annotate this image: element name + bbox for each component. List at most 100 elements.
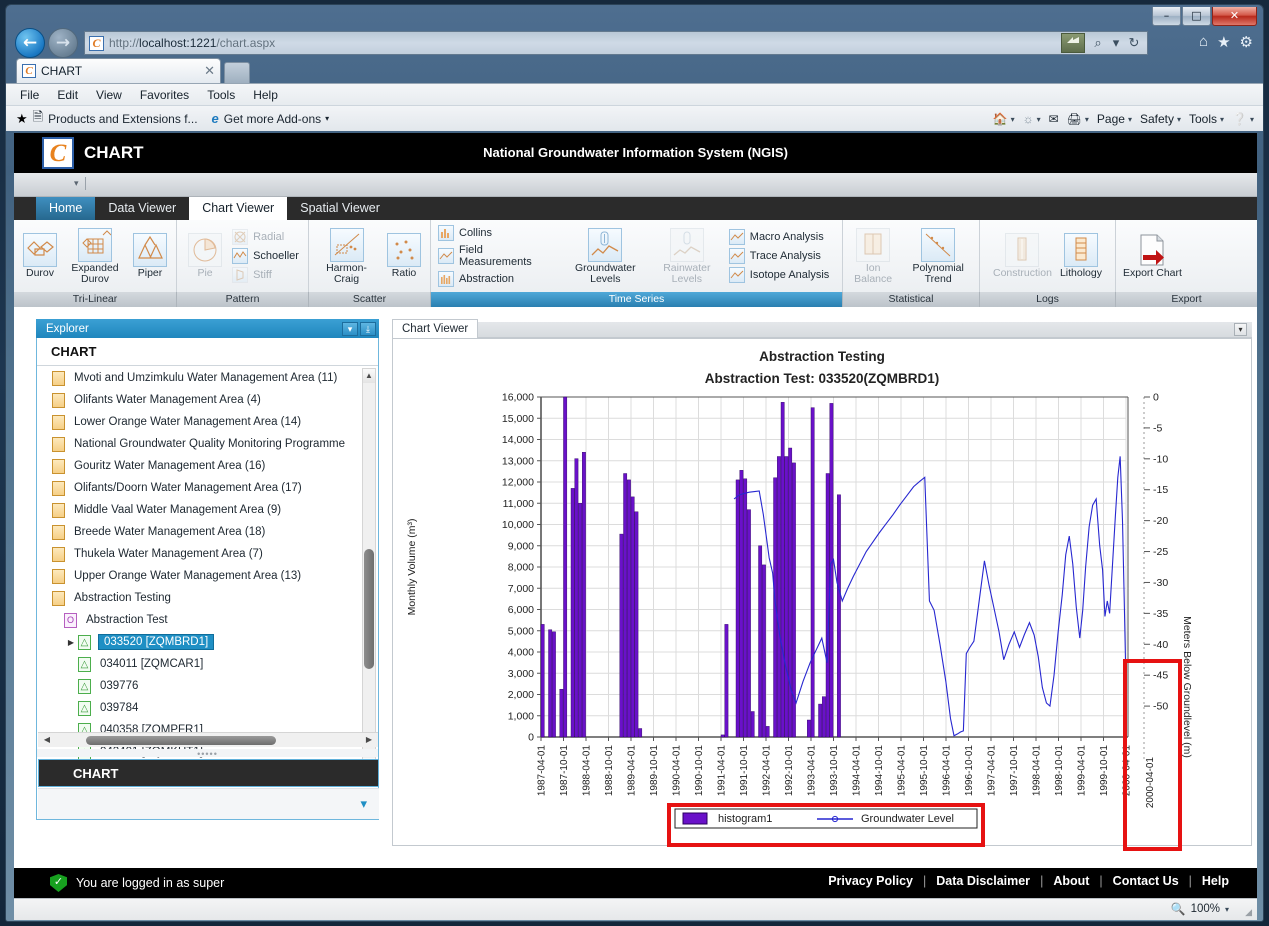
compatibility-view-icon[interactable] — [1061, 33, 1085, 53]
cmd-tools-menu[interactable]: Tools ▾ — [1186, 112, 1227, 126]
tree-item[interactable]: △ 034011 [ZQMCAR1] — [38, 653, 360, 675]
tree-item[interactable]: National Groundwater Quality Monitoring … — [38, 433, 360, 455]
tree-item[interactable]: Abstraction Testing — [38, 587, 360, 609]
footer-link-about[interactable]: About — [1043, 874, 1099, 888]
new-tab-button[interactable] — [224, 62, 250, 83]
tree-item[interactable]: Upper Orange Water Management Area (13) — [38, 565, 360, 587]
address-bar[interactable]: C http://localhost:1221/chart.aspx ⌕ ▾ ↻ — [84, 31, 1148, 55]
tree-item[interactable]: Olifants Water Management Area (4) — [38, 389, 360, 411]
ribbon-button-field-measurements[interactable]: Field Measurements — [438, 244, 558, 268]
menu-tools[interactable]: Tools — [207, 88, 235, 102]
ribbon-tab-data-viewer[interactable]: Data Viewer — [95, 197, 189, 220]
cmd-home-button[interactable]: 🏠 ▾ — [990, 112, 1018, 126]
scroll-left-icon[interactable]: ◀ — [40, 733, 54, 747]
ribbon-button-ion-balance[interactable]: Ion Balance — [847, 226, 899, 287]
ribbon-tab-spatial-viewer[interactable]: Spatial Viewer — [287, 197, 393, 220]
tab-close-icon[interactable]: ✕ — [204, 63, 215, 79]
ribbon-tab-chart-viewer[interactable]: Chart Viewer — [189, 197, 288, 220]
vscroll-thumb[interactable] — [364, 549, 374, 669]
tree-item[interactable]: △ 039776 — [38, 675, 360, 697]
tab-chart-viewer[interactable]: Chart Viewer — [392, 319, 479, 338]
resize-grip-icon[interactable]: ◢ — [1245, 907, 1252, 918]
footer-link-help[interactable]: Help — [1192, 874, 1239, 888]
cmd-safety-menu[interactable]: Safety ▾ — [1137, 112, 1184, 126]
cmd-print-button[interactable]: 🖨 ▾ — [1064, 112, 1092, 126]
ribbon-button-radial[interactable]: Radial — [232, 229, 299, 245]
favorite-get-addons[interactable]: e Get more Add-ons ▾ — [212, 111, 330, 126]
ribbon-button-rainwater-levels[interactable]: Rainwater Levels — [650, 226, 724, 287]
minimize-button[interactable]: – — [1152, 7, 1181, 26]
add-favorite-star-icon[interactable]: ★ — [16, 111, 28, 127]
tree-item[interactable]: ▶ △ 033520 [ZQMBRD1] — [38, 631, 360, 653]
ribbon-button-harmon-craig[interactable]: Harmon-Craig — [313, 226, 380, 287]
ribbon-button-polynomial-trend[interactable]: Polynomial Trend — [901, 226, 975, 287]
explorer-pin-icon[interactable]: ⤓ — [360, 321, 376, 336]
ribbon-button-isotope-analysis[interactable]: Isotope Analysis — [728, 267, 835, 283]
ribbon-tab-home[interactable]: Home — [36, 197, 96, 220]
search-caret-icon[interactable]: ▾ — [1111, 32, 1121, 54]
menu-favorites[interactable]: Favorites — [140, 88, 189, 102]
ribbon-button-macro-analysis[interactable]: Macro Analysis — [728, 229, 835, 245]
ribbon-button-abstraction[interactable]: Abstraction — [438, 271, 558, 287]
menu-edit[interactable]: Edit — [57, 88, 78, 102]
gear-icon[interactable]: ⚙ — [1240, 33, 1253, 51]
tree-item[interactable]: O Abstraction Test — [38, 609, 360, 631]
panel-splitter[interactable]: ••••• — [37, 749, 378, 759]
browser-tab-chart[interactable]: C CHART ✕ — [16, 58, 221, 83]
ribbon-button-trace-analysis[interactable]: Trace Analysis — [728, 248, 835, 264]
menu-file[interactable]: File — [20, 88, 39, 102]
footer-link-privacy-policy[interactable]: Privacy Policy — [818, 874, 923, 888]
cmd-mail-button[interactable]: ✉ — [1046, 112, 1062, 126]
tree-vertical-scrollbar[interactable]: ▲ ▼ — [362, 368, 376, 773]
ribbon-button-expanded-durov[interactable]: Expanded Durov — [64, 226, 126, 287]
tree-item[interactable]: Thukela Water Management Area (7) — [38, 543, 360, 565]
zoom-indicator[interactable]: 🔍 100% ▾ — [1171, 902, 1229, 916]
ribbon-button-construction[interactable]: Construction — [990, 231, 1055, 281]
menu-help[interactable]: Help — [253, 88, 278, 102]
close-button[interactable]: ✕ — [1212, 7, 1257, 26]
cmd-help-button[interactable]: ❔ ▾ — [1229, 112, 1257, 126]
hscroll-thumb[interactable] — [86, 736, 276, 745]
menu-view[interactable]: View — [96, 88, 122, 102]
footer-link-data-disclaimer[interactable]: Data Disclaimer — [926, 874, 1040, 888]
explorer-footer-caret-icon[interactable]: ▾ — [360, 796, 367, 812]
cmd-feeds-button[interactable]: ☼ ▾ — [1020, 112, 1044, 126]
chevron-down-icon[interactable]: ▾ — [74, 178, 79, 189]
maximize-button[interactable]: □ — [1182, 7, 1211, 26]
ribbon-button-collins[interactable]: Collins — [438, 225, 558, 241]
ribbon-button-pie[interactable]: Pie — [183, 231, 227, 281]
tree-item[interactable]: Olifants/Doorn Water Management Area (17… — [38, 477, 360, 499]
tree-item[interactable]: △ 039784 — [38, 697, 360, 719]
home-icon[interactable]: ⌂ — [1199, 33, 1208, 51]
cmd-page-menu[interactable]: Page ▾ — [1094, 112, 1135, 126]
tree-item[interactable]: Mvoti and Umzimkulu Water Management Are… — [38, 367, 360, 389]
expand-arrow-icon[interactable]: ▶ — [64, 638, 78, 647]
ribbon-button-groundwater-levels[interactable]: Groundwater Levels — [563, 226, 648, 287]
ribbon-button-durov[interactable]: Durov — [18, 231, 62, 281]
ribbon-button-export-chart[interactable]: Export Chart — [1120, 231, 1185, 281]
favorites-star-icon[interactable]: ★ — [1217, 33, 1230, 51]
panel-dropdown-icon[interactable]: ▾ — [1234, 323, 1247, 336]
ribbon-button-lithology[interactable]: Lithology — [1057, 231, 1105, 281]
ribbon-button-schoeller[interactable]: Schoeller — [232, 248, 299, 264]
ribbon-button-ratio[interactable]: Ratio — [382, 231, 426, 281]
footer-link-contact-us[interactable]: Contact Us — [1103, 874, 1189, 888]
tree-item[interactable]: Gouritz Water Management Area (16) — [38, 455, 360, 477]
forward-button[interactable]: → — [48, 28, 78, 58]
explorer-dropdown-icon[interactable]: ▾ — [342, 321, 358, 336]
ribbon-button-piper[interactable]: Piper — [128, 231, 172, 281]
tree-horizontal-scrollbar[interactable]: ◀ ▶ — [38, 732, 378, 747]
favorite-products-extensions[interactable]: 🗎 Products and Extensions f... — [33, 108, 198, 130]
back-button[interactable]: ← — [15, 28, 45, 58]
search-icon[interactable]: ⌕ — [1085, 32, 1111, 54]
scroll-up-icon[interactable]: ▲ — [363, 369, 375, 383]
ribbon-button-stiff[interactable]: Stiff — [232, 267, 299, 283]
explorer-tree[interactable]: Mvoti and Umzimkulu Water Management Are… — [38, 367, 360, 774]
ribbon-group-statistical: Ion Balance Polynomial Trend — [843, 220, 980, 292]
tree-item[interactable]: Lower Orange Water Management Area (14) — [38, 411, 360, 433]
chevron-down-icon[interactable]: ▾ — [1225, 905, 1229, 914]
tree-item[interactable]: Middle Vaal Water Management Area (9) — [38, 499, 360, 521]
scroll-right-icon[interactable]: ▶ — [362, 733, 376, 747]
refresh-icon[interactable]: ↻ — [1121, 32, 1147, 54]
tree-item[interactable]: Breede Water Management Area (18) — [38, 521, 360, 543]
